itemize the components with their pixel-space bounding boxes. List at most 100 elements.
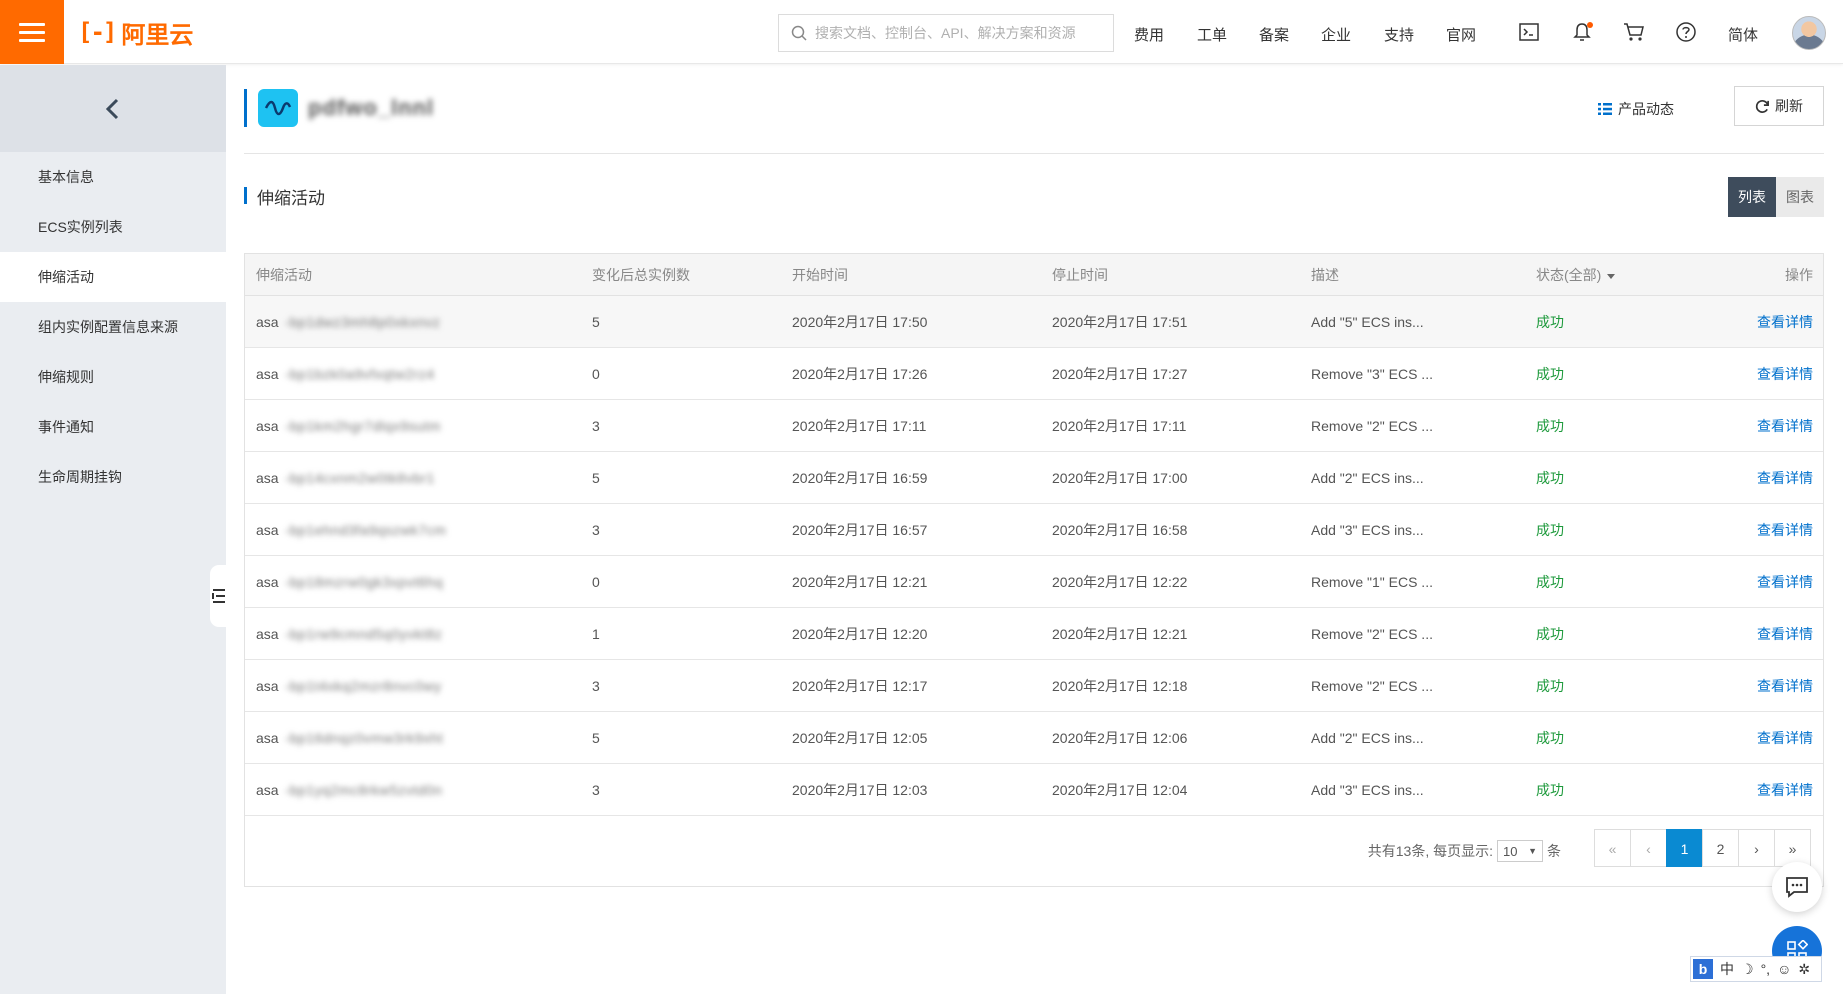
ime-moon-icon[interactable]: ☽ — [1741, 961, 1754, 978]
sidebar-item-config-source[interactable]: 组内实例配置信息来源 — [0, 302, 226, 352]
nav-icp[interactable]: 备案 — [1259, 24, 1289, 45]
description-cell: Add "2" ECS ins... — [1311, 470, 1424, 486]
pagination-row: 共有13条, 每页显示: 10 ▼ 条 « ‹ 1 2 › » — [245, 816, 1823, 886]
hamburger-menu-icon[interactable] — [0, 0, 64, 64]
sidebar-back-button[interactable] — [0, 65, 226, 152]
search-box[interactable] — [778, 14, 1114, 52]
terminal-icon[interactable] — [1517, 20, 1541, 44]
activity-id-redacted: -bp1rw9cmnd5q0yvkt8z — [284, 626, 443, 642]
table-row: asa -bp1dwz3mh8p0xkxnvz 5 2020年2月17日 17:50 2… — [245, 296, 1823, 348]
activity-id-prefix: asa — [256, 470, 279, 486]
user-avatar[interactable] — [1792, 16, 1826, 50]
sidebar-toggle-handle[interactable] — [210, 565, 228, 627]
page-header: pdfwo_lnnl 产品动态 刷新 — [244, 86, 1824, 130]
page-2-button[interactable]: 2 — [1702, 829, 1739, 867]
view-details-link[interactable]: 查看详情 — [1705, 764, 1823, 815]
section-accent-bar — [244, 187, 247, 204]
help-icon[interactable] — [1674, 20, 1698, 44]
activity-id-redacted: -bp1yq2mc8rkw5zvtd0n — [284, 782, 443, 798]
table-header: 伸缩活动 变化后总实例数 开始时间 停止时间 描述 状态(全部) 操作 — [245, 254, 1823, 296]
activity-id-cell: asa -bp1dwz3mh8p0xkxnvz — [245, 296, 581, 347]
sidebar-item-event-notify[interactable]: 事件通知 — [0, 402, 226, 452]
view-details-link[interactable]: 查看详情 — [1705, 296, 1823, 347]
col-activity: 伸缩活动 — [256, 267, 312, 283]
product-dynamics-link[interactable]: 产品动态 — [1598, 98, 1674, 120]
instance-count-cell: 0 — [592, 574, 600, 590]
nav-cost[interactable]: 费用 — [1134, 24, 1164, 45]
instance-count-cell: 5 — [592, 730, 600, 746]
section-title: 伸缩活动 — [257, 189, 325, 208]
nav-support[interactable]: 支持 — [1384, 24, 1414, 45]
next-page-button[interactable]: › — [1738, 829, 1775, 867]
refresh-button[interactable]: 刷新 — [1734, 86, 1824, 126]
page-size-select[interactable]: 10 ▼ — [1497, 840, 1543, 862]
view-details-link[interactable]: 查看详情 — [1705, 712, 1823, 763]
table-row: asa -bp1t4xkq2mzr8nvc0wy 3 2020年2月17日 12:17… — [245, 660, 1823, 712]
start-time-cell: 2020年2月17日 12:21 — [792, 574, 928, 590]
col-status-filter[interactable]: 状态(全部) — [1525, 254, 1705, 295]
first-page-button[interactable]: « — [1594, 829, 1631, 867]
sidebar-item-lifecycle-hook[interactable]: 生命周期挂钩 — [0, 452, 226, 502]
page-1-button[interactable]: 1 — [1666, 829, 1703, 867]
instance-count-cell: 3 — [592, 678, 600, 694]
activity-id-redacted: -bp18mzrw0gk3xpvt6hq — [284, 574, 444, 590]
scaling-group-icon — [258, 89, 298, 127]
end-time-cell: 2020年2月17日 17:11 — [1052, 418, 1187, 434]
activity-id-redacted: -bp1km2hgr7dlqx9sutm — [284, 418, 441, 434]
ime-settings-icon[interactable]: ✲ — [1798, 961, 1810, 978]
ime-emoji-icon[interactable]: ☺ — [1777, 961, 1791, 977]
bell-icon[interactable] — [1570, 20, 1594, 44]
activity-id-cell: asa -bp1rw9cmnd5q0yvkt8z — [245, 608, 581, 659]
start-time-cell: 2020年2月17日 17:50 — [792, 314, 928, 330]
nav-enterprise[interactable]: 企业 — [1321, 24, 1351, 45]
ime-punctuation-icon[interactable]: °, — [1761, 961, 1771, 977]
status-cell: 成功 — [1536, 678, 1564, 694]
ime-logo-icon[interactable]: b — [1693, 959, 1713, 979]
table-row: asa -bp1rw9cmnd5q0yvkt8z 1 2020年2月17日 12:20… — [245, 608, 1823, 660]
cart-icon[interactable] — [1622, 20, 1646, 44]
caret-down-icon: ▼ — [1528, 846, 1537, 856]
sidebar-item-scaling-activity[interactable]: 伸缩活动 — [0, 252, 226, 302]
pagination-summary: 共有13条, 每页显示: 10 ▼ 条 — [1368, 840, 1561, 862]
description-cell: Add "3" ECS ins... — [1311, 782, 1424, 798]
chat-float-button[interactable] — [1772, 862, 1822, 912]
refresh-label: 刷新 — [1775, 98, 1803, 114]
sidebar-item-ecs-list[interactable]: ECS实例列表 — [0, 202, 226, 252]
sidebar-item-basic-info[interactable]: 基本信息 — [0, 152, 226, 202]
table-row: asa -bp14cxnm2w0tk8vbr1 5 2020年2月17日 16:59 2… — [245, 452, 1823, 504]
view-details-link[interactable]: 查看详情 — [1705, 660, 1823, 711]
activity-id-redacted: -bp16dnqz0vmw3rk9xht — [284, 730, 444, 746]
instance-count-cell: 5 — [592, 470, 600, 486]
refresh-icon — [1755, 99, 1769, 113]
search-icon — [791, 25, 807, 41]
col-start-time: 开始时间 — [792, 267, 848, 283]
start-time-cell: 2020年2月17日 12:03 — [792, 782, 928, 798]
view-list-button[interactable]: 列表 — [1728, 177, 1776, 217]
view-chart-button[interactable]: 图表 — [1776, 177, 1824, 217]
brand-logo[interactable]: [-] 阿里云 — [78, 16, 193, 49]
nav-site[interactable]: 官网 — [1446, 24, 1476, 45]
description-cell: Remove "3" ECS ... — [1311, 366, 1433, 382]
ime-language[interactable]: 中 — [1720, 959, 1734, 979]
view-details-link[interactable]: 查看详情 — [1705, 348, 1823, 399]
view-details-link[interactable]: 查看详情 — [1705, 452, 1823, 503]
status-cell: 成功 — [1536, 782, 1564, 798]
activity-id-cell: asa -bp1t4xkq2mzr8nvc0wy — [245, 660, 581, 711]
search-input[interactable] — [815, 25, 1095, 41]
sidebar-item-scaling-rules[interactable]: 伸缩规则 — [0, 352, 226, 402]
list-icon — [1598, 103, 1612, 115]
description-cell: Remove "1" ECS ... — [1311, 574, 1433, 590]
pager: « ‹ 1 2 › » — [1594, 829, 1811, 867]
view-details-link[interactable]: 查看详情 — [1705, 608, 1823, 659]
view-toggle: 列表 图表 — [1728, 177, 1824, 217]
view-details-link[interactable]: 查看详情 — [1705, 504, 1823, 555]
nav-ticket[interactable]: 工单 — [1197, 24, 1227, 45]
start-time-cell: 2020年2月17日 12:05 — [792, 730, 928, 746]
col-instance-count: 变化后总实例数 — [592, 267, 690, 283]
instance-count-cell: 3 — [592, 522, 600, 538]
view-details-link[interactable]: 查看详情 — [1705, 556, 1823, 607]
status-cell: 成功 — [1536, 626, 1564, 642]
view-details-link[interactable]: 查看详情 — [1705, 400, 1823, 451]
nav-language[interactable]: 简体 — [1728, 24, 1758, 45]
prev-page-button[interactable]: ‹ — [1630, 829, 1667, 867]
